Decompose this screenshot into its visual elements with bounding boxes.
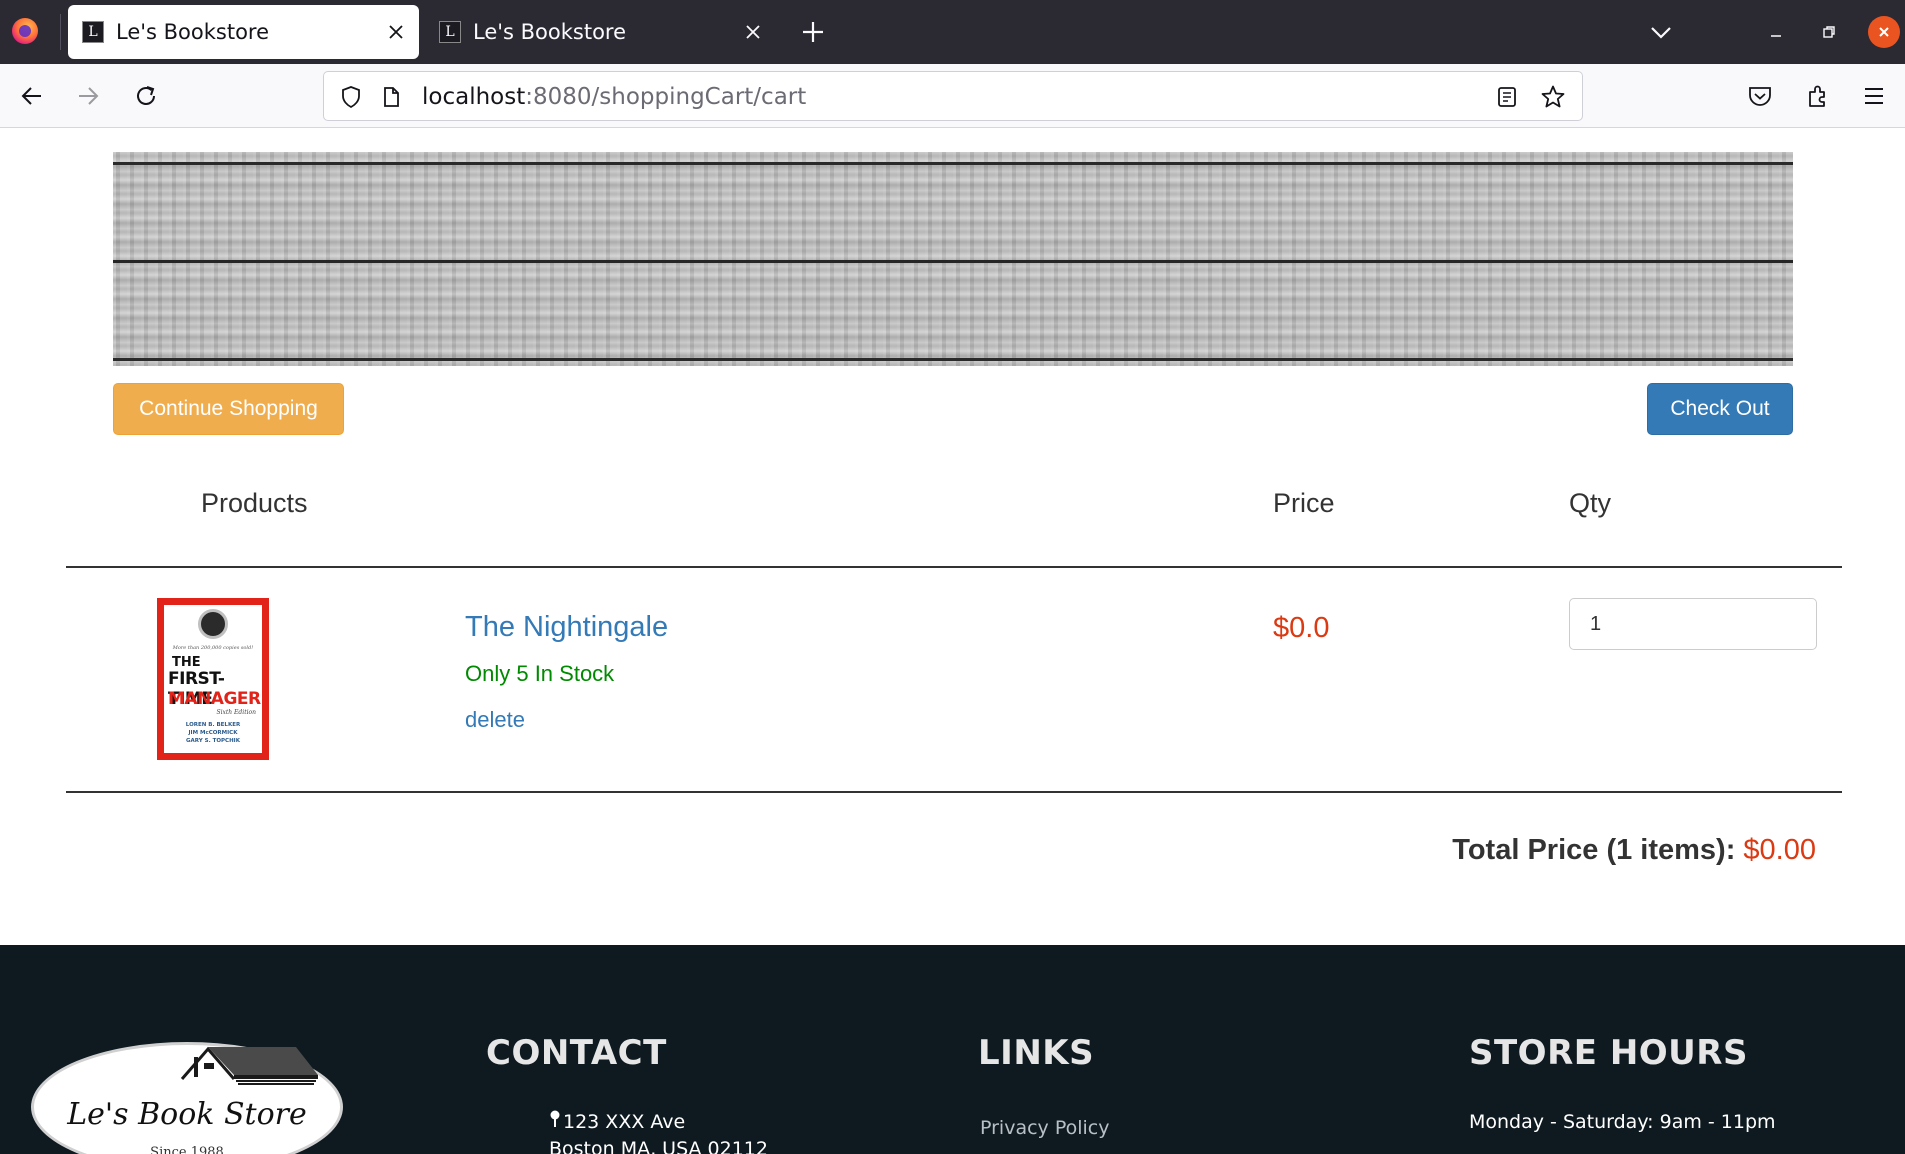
- cover-title-line1: THE: [172, 655, 201, 670]
- tab-title: Le's Bookstore: [116, 20, 270, 44]
- browser-tab-bar: L Le's Bookstore L Le's Bookstore: [0, 0, 1905, 64]
- tab-bookstore[interactable]: L Le's Bookstore: [425, 5, 776, 59]
- cover-authors: LOREN B. BELKER JIM McCORMICK GARY S. TO…: [164, 721, 262, 745]
- cover-author: LOREN B. BELKER: [185, 722, 241, 728]
- close-icon[interactable]: [379, 15, 413, 49]
- favicon-icon: L: [82, 21, 104, 43]
- shield-icon[interactable]: [338, 84, 364, 110]
- quantity-input[interactable]: [1569, 598, 1817, 650]
- product-title-link[interactable]: The Nightingale: [465, 611, 668, 644]
- total-price-amount: $0.00: [1743, 834, 1816, 866]
- total-price-label: Total Price (1 items):: [1452, 834, 1736, 866]
- book-cover-image[interactable]: More than 200,000 copies sold! THE FIRST…: [157, 598, 269, 760]
- continue-shopping-button[interactable]: Continue Shopping: [113, 383, 344, 435]
- back-arrow-icon[interactable]: [14, 78, 50, 114]
- links-heading: LINKS: [978, 1033, 1095, 1073]
- tab-title: Le's Bookstore: [473, 20, 627, 44]
- column-header-products: Products: [201, 488, 308, 518]
- extensions-icon[interactable]: [1800, 78, 1836, 114]
- item-price: $0.0: [1273, 612, 1330, 644]
- favicon-icon: L: [439, 21, 461, 43]
- maximize-icon[interactable]: [1813, 16, 1845, 48]
- tab-bookstore-active[interactable]: L Le's Bookstore: [68, 5, 419, 59]
- total-price: Total Price (1 items): $0.00: [1452, 834, 1816, 867]
- reload-icon[interactable]: [128, 78, 164, 114]
- reader-view-icon[interactable]: [1494, 84, 1520, 110]
- house-books-icon: [180, 1046, 318, 1085]
- bookmark-star-icon[interactable]: [1540, 84, 1566, 110]
- menu-icon[interactable]: [1856, 78, 1892, 114]
- pocket-icon[interactable]: [1742, 78, 1778, 114]
- column-header-price: Price: [1273, 488, 1335, 518]
- tab-separator: [60, 14, 61, 50]
- privacy-policy-link[interactable]: Privacy Policy: [980, 1117, 1109, 1139]
- column-header-qty: Qty: [1569, 488, 1612, 518]
- url-host: localhost: [422, 84, 526, 110]
- chevron-down-icon[interactable]: [1643, 14, 1679, 50]
- address-line1-text: 123 XXX Ave: [563, 1111, 686, 1133]
- close-icon[interactable]: [736, 15, 770, 49]
- cover-author: GARY S. TOPCHIK: [186, 738, 240, 744]
- map-pin-icon: [549, 1110, 561, 1133]
- logo-text: Le's Book Store: [67, 1097, 307, 1132]
- check-out-button[interactable]: Check Out: [1647, 383, 1793, 435]
- store-hours-heading: STORE HOURS: [1469, 1033, 1748, 1073]
- url-text[interactable]: localhost:8080/shoppingCart/cart: [422, 84, 806, 110]
- url-path: :8080/shoppingCart/cart: [525, 84, 807, 110]
- new-tab-plus-icon[interactable]: [795, 14, 831, 50]
- address-line2: Boston MA, USA 02112: [549, 1138, 768, 1154]
- stock-status: Only 5 In Stock: [465, 661, 615, 686]
- cover-tagline: More than 200,000 copies sold!: [172, 645, 254, 651]
- page-icon[interactable]: [378, 84, 404, 110]
- address-bar[interactable]: localhost:8080/shoppingCart/cart: [323, 71, 1583, 121]
- wood-banner-image: [113, 152, 1793, 366]
- forward-arrow-icon[interactable]: [70, 78, 106, 114]
- firefox-logo-icon[interactable]: [12, 18, 38, 44]
- header-divider: [66, 566, 1842, 568]
- store-hours-line1: Monday - Saturday: 9am - 11pm: [1469, 1111, 1776, 1133]
- logo-since: Since 1988: [150, 1145, 224, 1154]
- cover-title-line3: MANAGER: [168, 689, 261, 709]
- cover-author: JIM McCORMICK: [188, 730, 238, 736]
- cover-edition: Sixth Edition: [216, 709, 256, 716]
- contact-heading: CONTACT: [486, 1033, 667, 1073]
- item-divider: [66, 791, 1842, 793]
- browser-nav-bar: localhost:8080/shoppingCart/cart: [0, 64, 1905, 128]
- minimize-icon[interactable]: [1760, 16, 1792, 48]
- address-line1: 123 XXX Ave: [549, 1110, 685, 1133]
- compass-icon: [198, 609, 228, 639]
- book-cover-inner: More than 200,000 copies sold! THE FIRST…: [164, 605, 262, 753]
- delete-link[interactable]: delete: [465, 707, 525, 733]
- window-close-icon[interactable]: [1868, 16, 1900, 48]
